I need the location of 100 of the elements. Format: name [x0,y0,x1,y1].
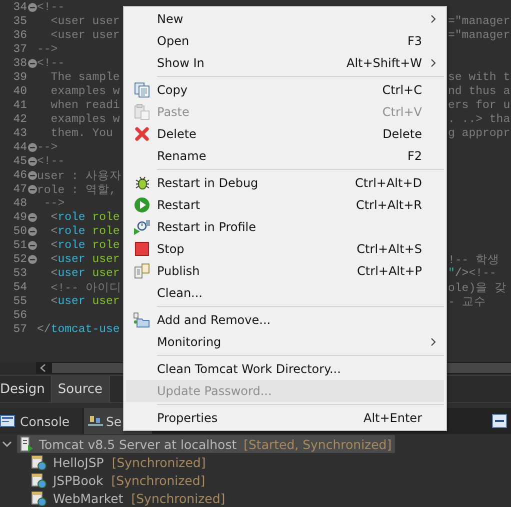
module-status: [Synchronized] [112,454,206,470]
code-text: examples w [50,84,120,98]
view-tab-label: Se [106,414,122,428]
line-number: 46 [12,168,27,182]
code-text: --> [37,140,58,154]
code-text: <role role [50,210,120,224]
line-number: 36 [12,28,27,42]
code-text: nd thus a [448,84,510,98]
code-text: </tomcat-use [37,322,120,336]
fold-icon[interactable] [28,156,37,166]
line-number: 54 [12,280,27,294]
module-name[interactable]: HelloJSP [53,454,104,470]
fold-icon[interactable] [28,170,37,180]
code-text: <!-- [37,154,65,168]
line-number: 34 [12,0,27,14]
code-text: examples w [50,112,120,126]
line-number: 48 [12,196,27,210]
fold-icon[interactable] [28,226,37,236]
server-row[interactable]: Tomcat v8.5 Server at localhost [Started, Synchronized] [17,435,395,453]
fold-icon[interactable] [28,142,37,152]
line-number: 42 [12,112,27,126]
menu-item[interactable]: Copy Ctrl+C [126,79,444,101]
module-status: [Synchronized] [111,472,206,488]
line-number: 53 [12,266,27,280]
fold-icon[interactable] [28,212,37,222]
code-text: ="manager [448,14,510,28]
module-icon [31,454,47,470]
line-number: 43 [12,126,27,140]
code-text: when readi [50,98,120,112]
code-text: . ..> tha [448,112,510,126]
line-number: 39 [12,70,27,84]
code-text: "/><!-- [448,266,496,280]
line-number: 49 [12,210,27,224]
module-name[interactable]: WebMarket [53,490,124,506]
line-number: 55 [12,294,27,308]
menu-item[interactable]: Stop Ctrl+Alt+S [126,238,444,260]
menu-item[interactable]: New [126,8,444,30]
fold-icon[interactable] [28,58,37,68]
delete-icon [134,126,150,142]
line-number: 38 [12,56,27,70]
code-text: se with t [448,70,510,84]
folder-icon [133,312,150,328]
code-text: ="manager [448,28,510,42]
fold-icon[interactable] [28,240,37,250]
paste-icon [134,104,150,120]
menu-item[interactable]: Rename F2 [126,145,444,167]
code-text: g appropr [448,126,510,140]
menu-item[interactable]: Delete Delete [126,123,444,145]
menu-item[interactable]: Monitoring [126,331,444,353]
line-number: 57 [12,322,27,336]
fold-icon[interactable] [28,184,37,194]
menu-item[interactable]: Open F3 [126,30,444,52]
module-icon [31,472,47,488]
module-icon [31,490,47,506]
code-text: <user user [50,294,120,308]
menu-item[interactable]: Clean Tomcat Work Directory... [126,358,444,380]
line-number: 37 [12,42,27,56]
menu-item[interactable]: Restart in Debug Ctrl+Alt+D [126,172,444,194]
code-text: role : 역할, [37,184,116,196]
scroll-left-icon[interactable] [40,364,46,372]
line-number: 56 [12,308,27,322]
module-name[interactable]: JSPBook [53,472,104,488]
line-number: 51 [12,238,27,252]
line-number: 47 [12,182,27,196]
code-text: <!-- [37,56,65,70]
code-text: ers for u [448,98,510,112]
view-tab-label: Console [20,414,70,428]
line-number: 44 [12,140,27,154]
code-text: The sample [50,70,120,84]
view-tab[interactable]: Console [0,408,82,434]
line-number: 45 [12,154,27,168]
code-text: them. You [50,126,114,140]
menu-item[interactable]: Add and Remove... [126,309,444,331]
play-icon [134,197,150,213]
bug-icon [134,175,150,191]
code-text: <!-- 아이디 [50,282,122,294]
code-text: ole)을 갖 [448,280,507,294]
fold-icon[interactable] [28,254,37,264]
menu-item[interactable]: Restart Ctrl+Alt+R [126,194,444,216]
code-text: <!-- [37,0,65,14]
editor-tab[interactable]: Design [0,376,52,402]
menu-item[interactable]: Show In Alt+Shift+W [126,52,444,74]
code-text: <user user [50,266,120,280]
menu-item[interactable]: Publish Ctrl+Alt+P [126,260,444,282]
copy-icon [134,82,150,98]
chevron-icon[interactable] [2,439,12,449]
code-text: user : 사용자 [37,170,122,182]
code-text: <role role [50,224,120,238]
code-text: --> [37,42,58,56]
code-text: <user user [50,252,120,266]
editor-tab[interactable]: Source [52,376,110,402]
code-text: <role role [50,238,120,252]
code-text: --> [42,196,65,210]
code-text: <user user [50,28,120,42]
menu-item[interactable]: Restart in Profile [126,216,444,238]
menu-item[interactable]: Clean... [126,282,444,304]
minimize-icon[interactable] [492,414,507,428]
code-text: - 교수 [448,294,486,308]
line-number: 41 [12,98,27,112]
fold-icon[interactable] [28,2,37,12]
